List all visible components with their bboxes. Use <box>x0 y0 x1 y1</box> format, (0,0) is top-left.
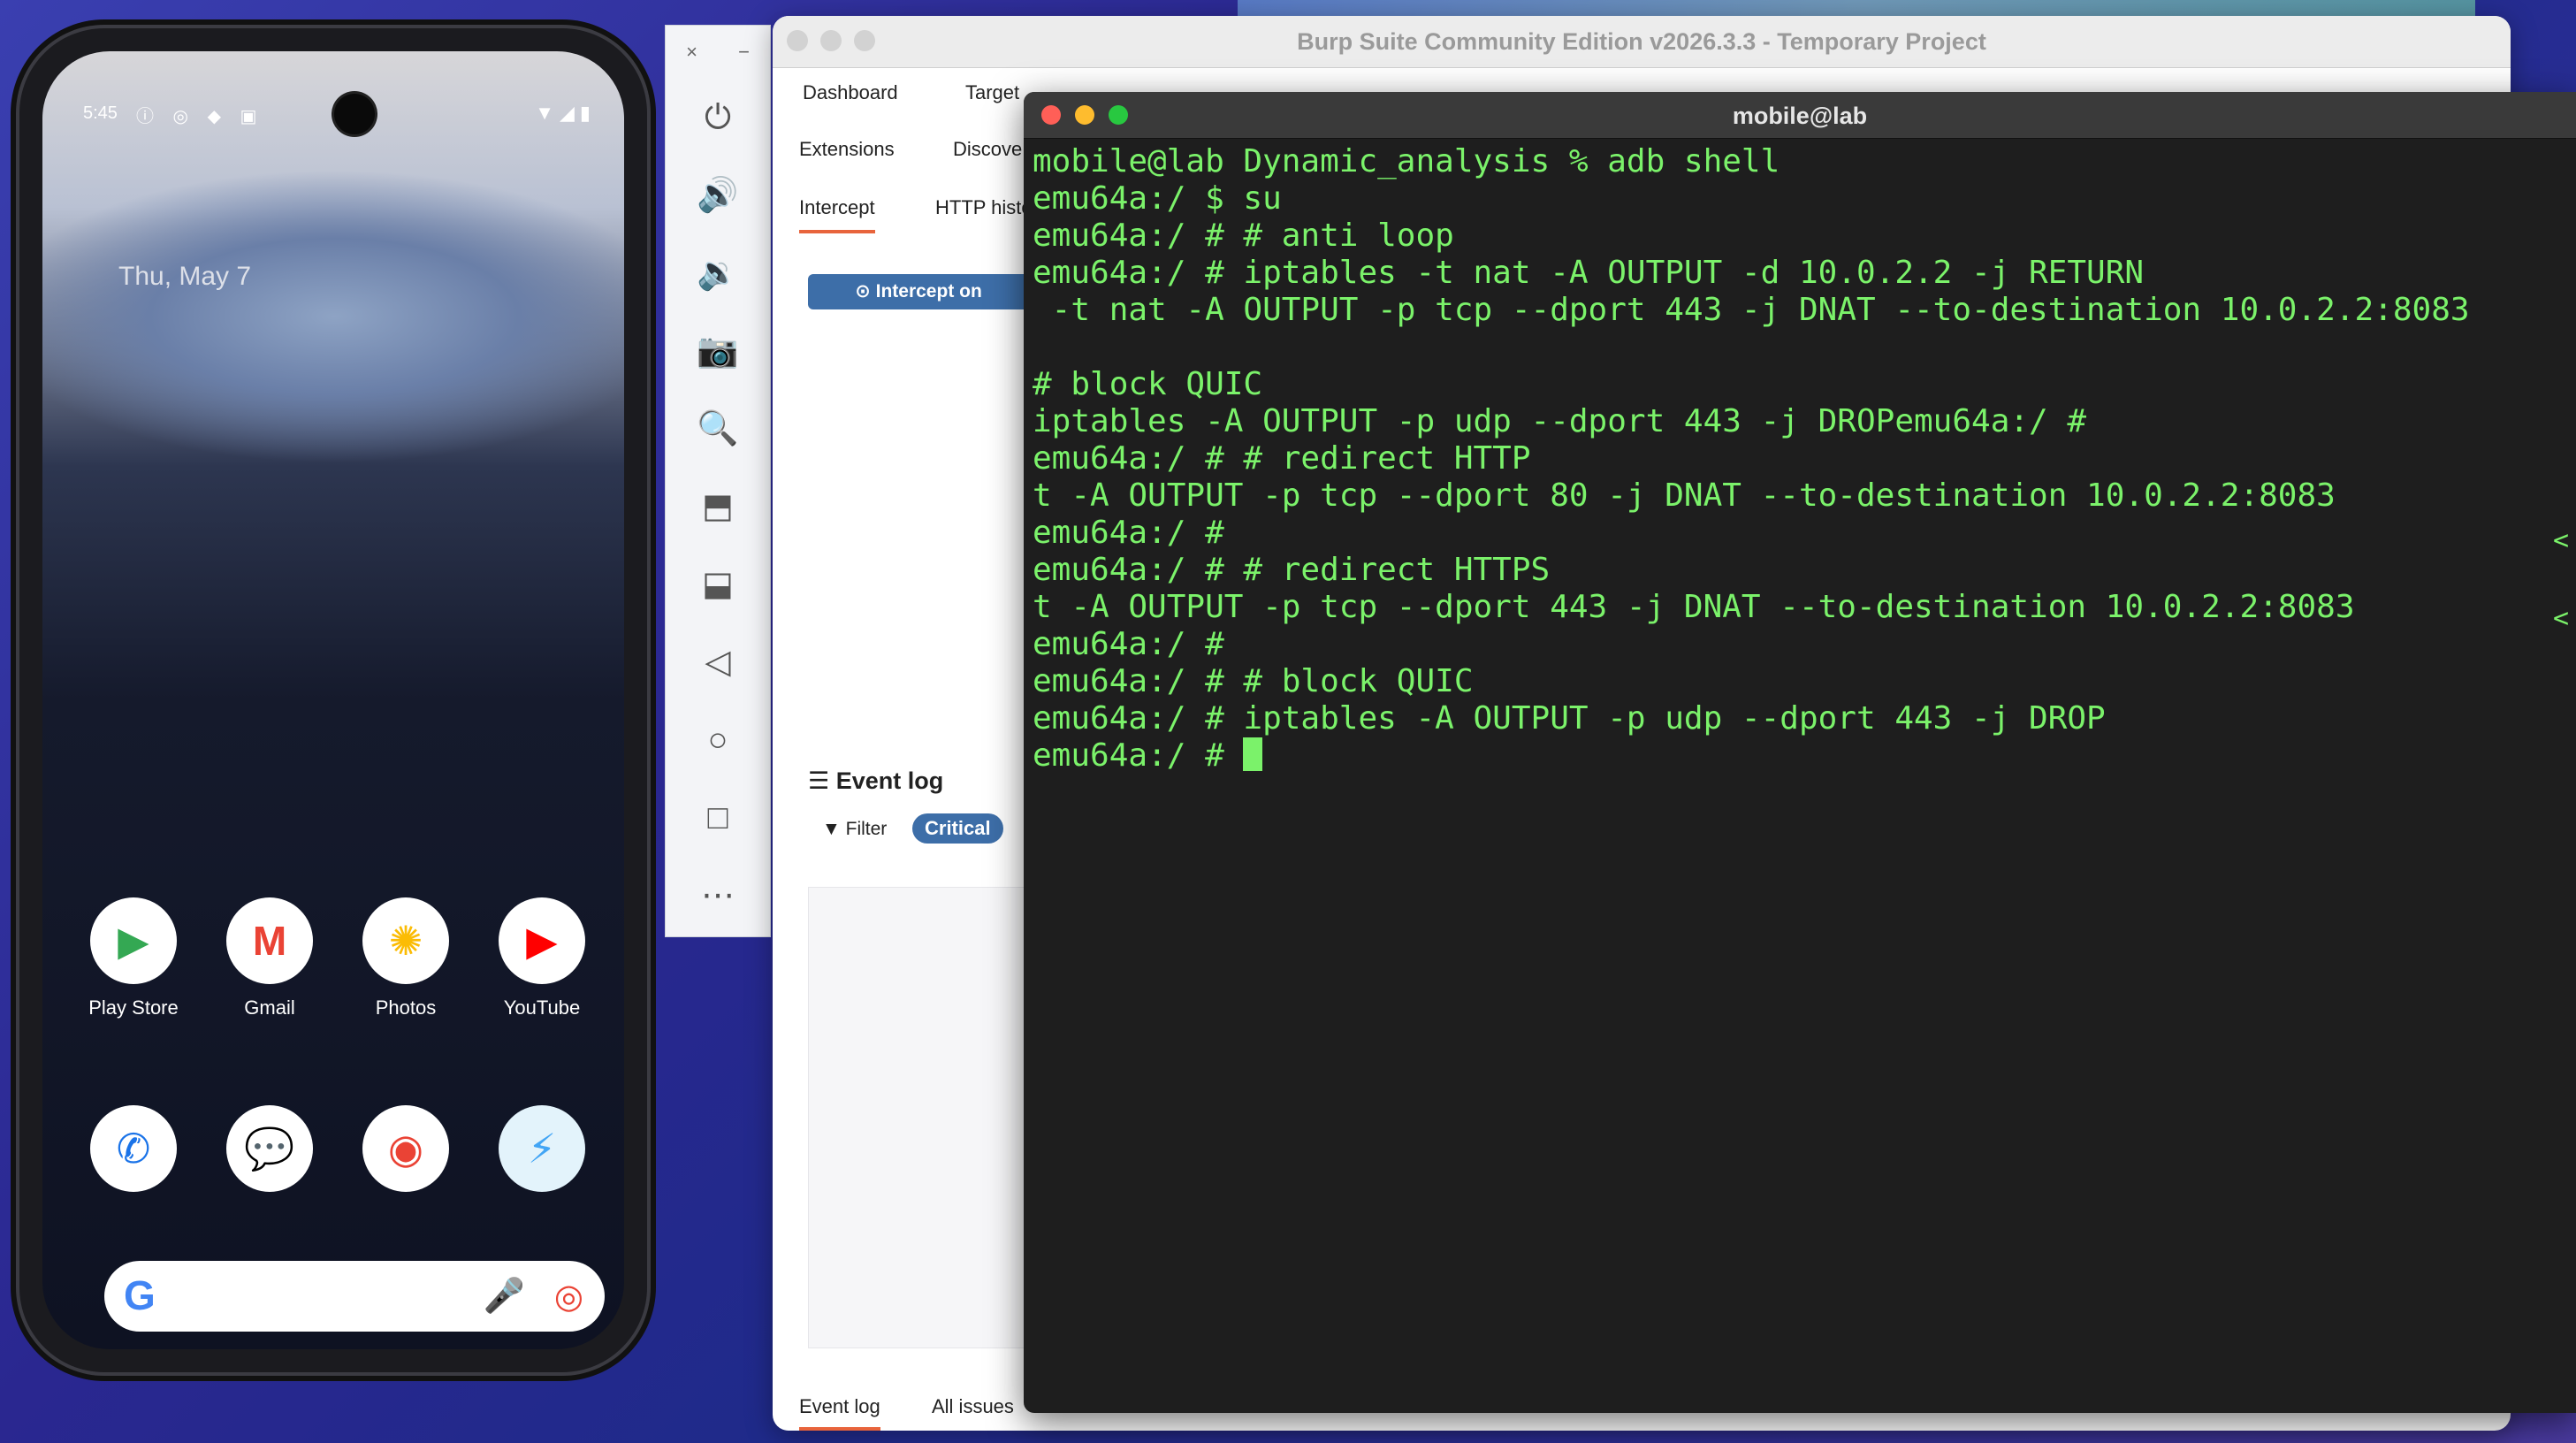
emulator-toolbar: × − ⏻ 🔊 🔉 📷 🔍 ⬒ ⬓ ◁ ○ □ ⋯ <box>665 25 771 937</box>
power-icon[interactable]: ⏻ <box>666 79 770 157</box>
terminal-line: t -A OUTPUT -p tcp --dport 443 -j DNAT -… <box>1033 589 2355 625</box>
zoom-icon[interactable]: 🔍 <box>666 390 770 468</box>
app-messages[interactable]: 💬 <box>212 1105 327 1204</box>
intercept-toggle-button[interactable]: ⊙ Intercept on <box>808 274 1029 309</box>
status-signal-battery-icons: ▼◢▮ <box>535 102 596 124</box>
app-phone[interactable]: ✆ <box>76 1105 191 1204</box>
terminal-prompt-line: emu64a:/ # <box>1033 737 2567 775</box>
terminal-line: # block QUIC <box>1033 366 1263 402</box>
terminal-line: emu64a:/ # <box>1033 626 1224 662</box>
phone-screen[interactable]: 5:45 ⓘ ◎ ◆ ▣ ▼◢▮ Thu, May 7 ▶ Play Store… <box>42 51 624 1349</box>
tab-discover[interactable]: Discove <box>953 138 1022 161</box>
event-log-title: Event log <box>835 767 944 794</box>
filter-button[interactable]: ▼ Filter <box>822 819 887 840</box>
app-flutter[interactable]: ⚡ <box>484 1105 599 1204</box>
minimize-icon[interactable]: − <box>738 41 750 64</box>
app-label: YouTube <box>503 996 581 1019</box>
terminal-line: t -A OUTPUT -p tcp --dport 80 -j DNAT --… <box>1033 477 2336 514</box>
app-chrome[interactable]: ◉ <box>348 1105 463 1204</box>
terminal-titlebar: mobile@lab <box>1024 92 2576 139</box>
burp-titlebar: Burp Suite Community Edition v2026.3.3 -… <box>773 16 2511 68</box>
subtab-intercept[interactable]: Intercept <box>799 196 875 233</box>
app-label: Play Store <box>88 996 179 1019</box>
tab-target[interactable]: Target <box>965 81 1019 104</box>
rotate-left-icon[interactable]: ⬒ <box>666 468 770 546</box>
terminal-line: emu64a:/ # iptables -t nat -A OUTPUT -d … <box>1033 255 2145 291</box>
window-title: Burp Suite Community Edition v2026.3.3 -… <box>1297 28 1986 55</box>
filter-icon: ▼ <box>822 819 846 839</box>
messages-icon: 💬 <box>226 1105 313 1192</box>
terminal-line: iptables -A OUTPUT -p udp --dport 443 -j… <box>1033 403 2087 439</box>
photos-icon: ✺ <box>362 897 449 984</box>
youtube-icon: ▶ <box>499 897 585 984</box>
google-search-bar[interactable]: G 🎤 ◎ <box>104 1261 605 1332</box>
gmail-icon: M <box>226 897 313 984</box>
google-logo-icon: G <box>124 1272 156 1318</box>
app-photos[interactable]: ✺ Photos <box>348 897 463 1019</box>
android-phone-frame: 5:45 ⓘ ◎ ◆ ▣ ▼◢▮ Thu, May 7 ▶ Play Store… <box>19 28 647 1372</box>
volume-up-icon[interactable]: 🔊 <box>666 157 770 234</box>
flutter-icon: ⚡ <box>499 1105 585 1192</box>
overview-icon[interactable]: □ <box>666 779 770 857</box>
bottom-tab-event-log[interactable]: Event log <box>799 1395 880 1431</box>
terminal-line: emu64a:/ # # block QUIC <box>1033 663 1474 699</box>
terminal-line: mobile@lab Dynamic_analysis % adb shell <box>1033 143 1780 179</box>
app-youtube[interactable]: ▶ YouTube <box>484 897 599 1019</box>
bottom-tab-all-issues[interactable]: All issues <box>932 1395 1014 1418</box>
truncation-marker: < <box>2552 525 2569 556</box>
critical-filter-chip[interactable]: Critical <box>912 813 1003 844</box>
home-date: Thu, May 7 <box>118 262 252 291</box>
play-store-icon: ▶ <box>90 897 177 984</box>
terminal-line: emu64a:/ $ su <box>1033 180 1282 217</box>
rotate-right-icon[interactable]: ⬓ <box>666 546 770 623</box>
camera-icon[interactable]: 📷 <box>666 312 770 390</box>
terminal-window[interactable]: mobile@lab mobile@lab Dynamic_analysis %… <box>1024 92 2576 1413</box>
back-icon[interactable]: ◁ <box>666 623 770 701</box>
close-icon[interactable]: × <box>686 41 697 64</box>
chrome-icon: ◉ <box>362 1105 449 1192</box>
app-play-store[interactable]: ▶ Play Store <box>76 897 191 1019</box>
status-time: 5:45 <box>83 103 118 123</box>
terminal-line: emu64a:/ # <box>1033 515 1224 551</box>
toggle-icon: ⊙ <box>855 281 876 302</box>
home-icon[interactable]: ○ <box>666 701 770 779</box>
app-label: Gmail <box>244 996 295 1019</box>
app-label: Photos <box>375 996 437 1019</box>
tab-extensions[interactable]: Extensions <box>799 138 895 161</box>
terminal-line: emu64a:/ # iptables -A OUTPUT -p udp --d… <box>1033 700 2106 737</box>
truncation-marker: < <box>2552 603 2569 634</box>
list-icon: ☰ <box>808 767 836 794</box>
terminal-line: -t nat -A OUTPUT -p tcp --dport 443 -j D… <box>1033 292 2470 328</box>
intercept-label: Intercept on <box>875 281 982 302</box>
lens-icon[interactable]: ◎ <box>554 1277 583 1317</box>
terminal-line: emu64a:/ # # redirect HTTP <box>1033 440 1531 477</box>
filter-label: Filter <box>845 819 888 839</box>
phone-icon: ✆ <box>90 1105 177 1192</box>
terminal-line: ​ <box>1033 329 2567 366</box>
app-gmail[interactable]: M Gmail <box>212 897 327 1019</box>
event-log-heading: ☰ Event log <box>808 767 943 795</box>
terminal-line: emu64a:/ # # anti loop <box>1033 218 1454 254</box>
status-notification-icons: ⓘ ◎ ◆ ▣ <box>136 107 264 126</box>
microphone-icon[interactable]: 🎤 <box>484 1277 525 1316</box>
terminal-title: mobile@lab <box>1732 103 1868 129</box>
terminal-line: emu64a:/ # # redirect HTTPS <box>1033 552 1551 588</box>
terminal-prompt: emu64a:/ # <box>1033 737 1244 774</box>
tab-dashboard[interactable]: Dashboard <box>803 81 898 104</box>
subtab-http-history[interactable]: HTTP histo <box>935 196 1033 219</box>
terminal-output[interactable]: mobile@lab Dynamic_analysis % adb shell e… <box>1033 143 2567 1404</box>
more-icon[interactable]: ⋯ <box>666 857 770 935</box>
front-camera <box>334 94 375 134</box>
volume-down-icon[interactable]: 🔉 <box>666 234 770 312</box>
terminal-cursor <box>1243 737 1263 771</box>
